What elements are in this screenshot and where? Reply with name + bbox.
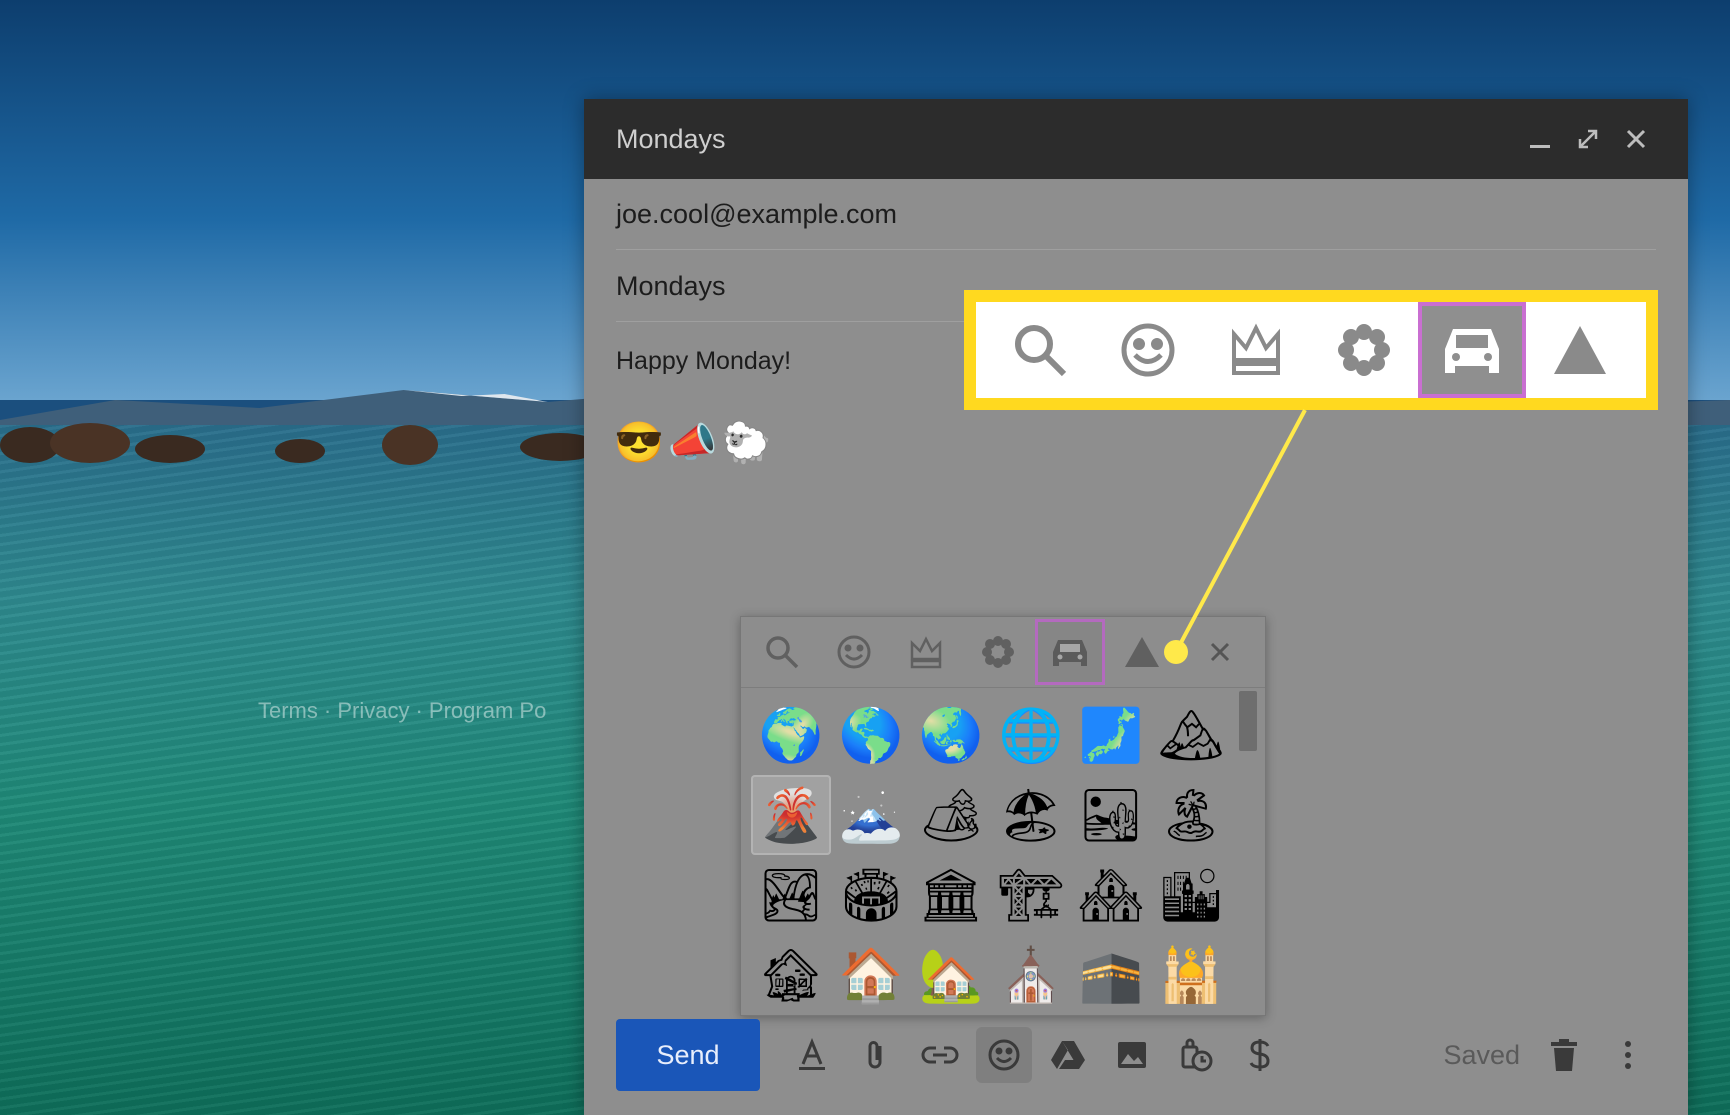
emoji-globe-americas[interactable]: 🌎 <box>831 695 911 775</box>
emoji-kaaba[interactable]: 🕋 <box>1071 935 1151 1015</box>
zoom-triangle-icon <box>1526 302 1634 398</box>
emoji-picker: 🌍 🌎 🌏 🌐 🗾 🏔 🌋 🗻 🏕 🏖 🏜 🏝 🏞 🏟 🏛 🏗 🏘 🏙 🏚 🏠 … <box>740 616 1266 1016</box>
emoji-classical-building[interactable]: 🏛 <box>911 855 991 935</box>
expand-icon[interactable] <box>1568 119 1608 159</box>
compose-toolbar: Send Saved <box>616 1019 1656 1091</box>
emoji-map-japan[interactable]: 🗾 <box>1071 695 1151 775</box>
message-body[interactable]: Happy Monday! <box>616 347 791 376</box>
car-icon[interactable] <box>1035 619 1105 685</box>
schedule-icon[interactable] <box>1168 1027 1224 1083</box>
emoji-mosque[interactable]: 🕌 <box>1151 935 1231 1015</box>
footer-link-program-policies[interactable]: Program Po <box>429 698 546 723</box>
footer-link-privacy[interactable]: Privacy <box>337 698 409 723</box>
emoji-desert[interactable]: 🏜 <box>1071 775 1151 855</box>
triangle-icon[interactable] <box>1107 619 1177 685</box>
zoom-callout-tabs <box>976 302 1646 398</box>
emoji-picker-tabs <box>741 617 1265 688</box>
emoji-grid: 🌍 🌎 🌏 🌐 🗾 🏔 🌋 🗻 🏕 🏖 🏜 🏝 🏞 🏟 🏛 🏗 🏘 🏙 🏚 🏠 … <box>751 695 1231 1015</box>
drive-icon[interactable] <box>1040 1027 1096 1083</box>
compose-window: Mondays joe.cool@example.com Mondays Hap… <box>584 99 1688 1115</box>
saved-status: Saved <box>1443 1039 1520 1070</box>
to-field[interactable]: joe.cool@example.com <box>616 199 1656 250</box>
rocks <box>0 423 600 465</box>
emoji-church[interactable]: ⛪ <box>991 935 1071 1015</box>
smiley-icon[interactable] <box>819 619 889 685</box>
emoji-snow-mountain[interactable]: 🏔 <box>1151 695 1231 775</box>
footer-links: Terms · Privacy · Program Po <box>258 698 547 723</box>
emoji-globe-africa[interactable]: 🌍 <box>751 695 831 775</box>
emoji-house-garden[interactable]: 🏡 <box>911 935 991 1015</box>
emoji-construction[interactable]: 🏗 <box>991 855 1071 935</box>
emoji-mount-fuji[interactable]: 🗻 <box>831 775 911 855</box>
emoji-house[interactable]: 🏠 <box>831 935 911 1015</box>
attach-icon[interactable] <box>848 1027 904 1083</box>
send-button[interactable]: Send <box>616 1019 760 1091</box>
flower-icon[interactable] <box>963 619 1033 685</box>
emoji-stadium[interactable]: 🏟 <box>831 855 911 935</box>
minimize-icon[interactable] <box>1520 119 1560 159</box>
zoom-smiley-icon <box>1094 302 1202 398</box>
footer-link-terms[interactable]: Terms <box>258 698 318 723</box>
emoji-beach[interactable]: 🏖 <box>991 775 1071 855</box>
close-icon[interactable] <box>1616 119 1656 159</box>
emoji-island[interactable]: 🏝 <box>1151 775 1231 855</box>
picker-scrollbar[interactable] <box>1239 691 1257 751</box>
compose-header: Mondays <box>584 99 1688 179</box>
crown-icon[interactable] <box>891 619 961 685</box>
emoji-globe-meridians[interactable]: 🌐 <box>991 695 1071 775</box>
emoji-camping[interactable]: 🏕 <box>911 775 991 855</box>
search-icon[interactable] <box>747 619 817 685</box>
format-text-icon[interactable] <box>784 1027 840 1083</box>
zoom-callout <box>964 290 1658 410</box>
picker-close-icon[interactable] <box>1195 627 1245 677</box>
emoji-globe-asia[interactable]: 🌏 <box>911 695 991 775</box>
emoji-houses[interactable]: 🏘 <box>1071 855 1151 935</box>
more-options-icon[interactable] <box>1600 1027 1656 1083</box>
compose-title: Mondays <box>616 123 726 154</box>
link-icon[interactable] <box>912 1027 968 1083</box>
emoji-cityscape[interactable]: 🏙 <box>1151 855 1231 935</box>
emoji-national-park[interactable]: 🏞 <box>751 855 831 935</box>
zoom-search-icon <box>986 302 1094 398</box>
emoji-volcano[interactable]: 🌋 <box>751 775 831 855</box>
trash-icon[interactable] <box>1536 1027 1592 1083</box>
emoji-derelict-house[interactable]: 🏚 <box>751 935 831 1015</box>
zoom-car-icon <box>1418 302 1526 398</box>
zoom-flower-icon <box>1310 302 1418 398</box>
emoji-icon[interactable] <box>976 1027 1032 1083</box>
zoom-crown-icon <box>1202 302 1310 398</box>
body-emojis: 😎📣🐑 <box>614 421 776 465</box>
image-icon[interactable] <box>1104 1027 1160 1083</box>
dollar-icon[interactable] <box>1232 1027 1288 1083</box>
